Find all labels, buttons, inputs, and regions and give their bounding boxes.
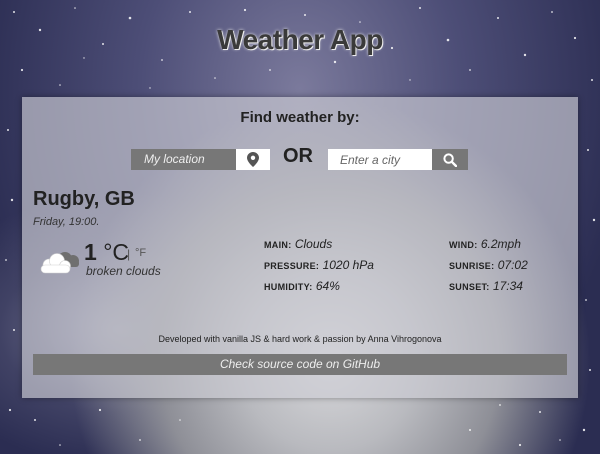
weather-card: Find weather by: My location OR Rugby, G… [22,97,578,398]
stat-value: 17:34 [492,279,523,293]
weather-description: broken clouds [86,264,161,278]
stat-label: WIND: [449,240,478,250]
unit-separator: | [127,247,131,261]
stat-value: 1020 hPa [322,258,374,272]
my-location-button[interactable]: My location [131,149,236,170]
date-time: Friday, 19:00. [33,216,100,228]
stat-label: SUNSET: [449,282,490,292]
celsius-toggle[interactable]: °C [103,239,129,265]
temperature: 1 °C [84,239,129,266]
app-title: Weather App [217,24,383,55]
stat-pressure: PRESSURE: 1020 hPa [264,258,374,272]
broken-clouds-icon [40,252,79,274]
fahrenheit-toggle[interactable]: °F [135,247,146,259]
stat-sunrise: SUNRISE: 07:02 [449,258,528,272]
search-icon [443,152,457,167]
city-search-input[interactable] [328,149,432,170]
stat-wind: WIND: 6.2mph [449,237,521,251]
stat-label: PRESSURE: [264,261,320,271]
stat-label: SUNRISE: [449,261,495,271]
find-weather-heading: Find weather by: [240,109,360,126]
temperature-value: 1 [84,239,97,265]
or-separator: OR [283,145,313,167]
search-button[interactable] [432,149,468,170]
stat-humidity: HUMIDITY: 64% [264,279,340,293]
stat-value: 6.2mph [480,237,521,251]
stat-sunset: SUNSET: 17:34 [449,279,523,293]
location-pin-icon [247,152,259,167]
location-pin-button[interactable] [236,149,270,170]
stat-value: Clouds [294,237,333,251]
stat-main: MAIN: Clouds [264,237,332,251]
github-link-button[interactable]: Check source code on GitHub [33,354,567,375]
stat-value: 07:02 [497,258,528,272]
city-name: Rugby, GB [33,188,135,210]
stat-label: MAIN: [264,240,292,250]
stat-label: HUMIDITY: [264,282,313,292]
stat-value: 64% [315,279,340,293]
developer-credit: Developed with vanilla JS & hard work & … [158,334,442,344]
